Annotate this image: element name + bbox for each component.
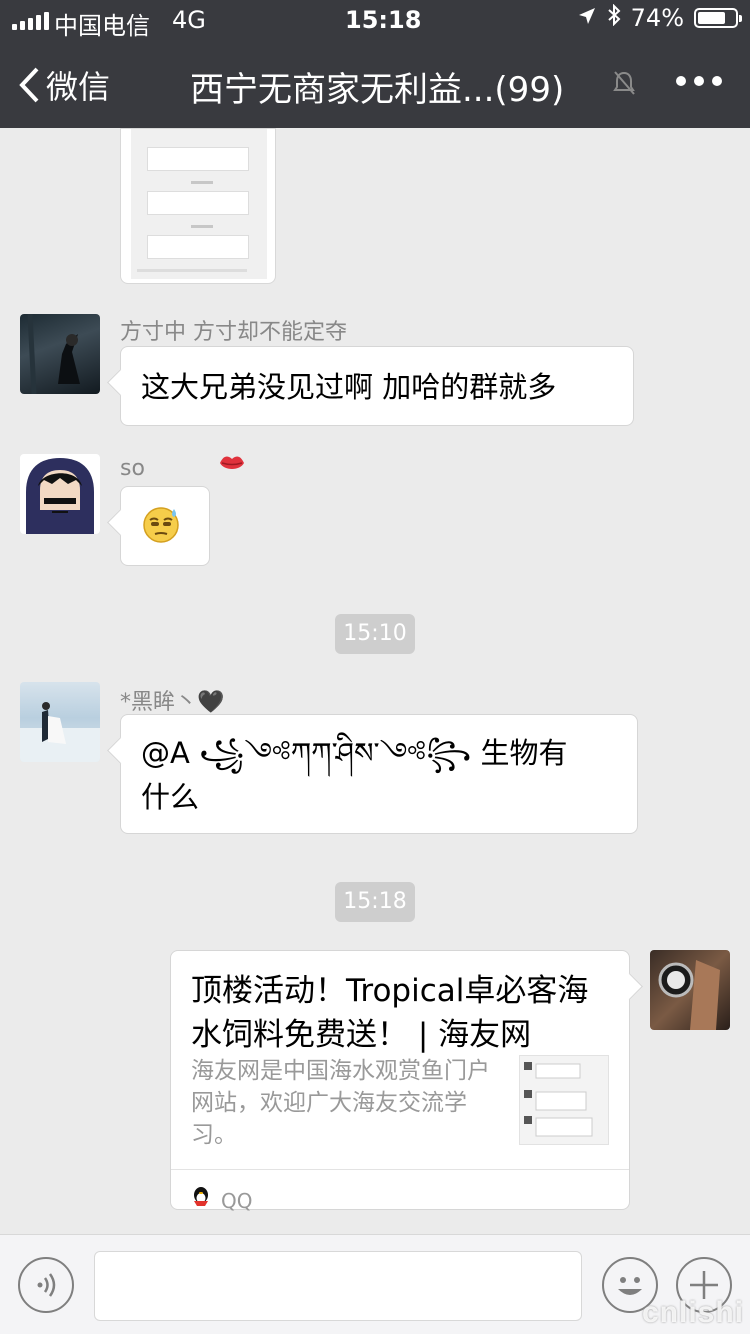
link-card-title: 顶楼活动！Tropical卓必客海水饲料免费送！ | 海友网 [191,973,589,1053]
voice-icon [37,1273,56,1297]
message-bubble[interactable]: @A ꧁༺ཀཀ་ཤིས་༺꧂ 生物有 什么 [120,714,638,834]
chat-title: 西宁无商家无利益...(99) [190,70,565,110]
battery-icon [694,8,742,28]
screenshot-thumbnail [131,129,267,279]
bluetooth-icon [607,3,621,32]
avatar[interactable] [20,454,100,534]
battery-percent: 74% [630,4,684,32]
chevron-left-icon [19,67,39,103]
mute-bell-icon [612,70,636,100]
status-time: 15:18 [345,6,422,34]
link-card-thumbnail [519,1055,609,1145]
message-text: 这大兄弟没见过啊 加哈的群就多 [141,370,557,404]
back-label: 微信 [46,68,111,106]
sender-name: *黑眸丶🖤 [120,690,225,715]
nav-bar: 微信 西宁无商家无利益...(99) [0,40,750,128]
avatar[interactable] [650,950,730,1030]
sweat-smile-emoji-icon [141,505,181,557]
link-card-description: 海友网是中国海水观赏鱼门户网站，欢迎广大海友交流学习。 [191,1058,490,1148]
timestamp: 15:18 [335,882,415,922]
network-type: 4G [172,6,206,34]
emoji-bubble[interactable] [120,486,210,566]
status-bar: 中国电信 4G 15:18 74% [0,0,750,40]
voice-button[interactable] [18,1257,74,1313]
timestamp: 15:10 [335,614,415,654]
sender-name: so [120,456,145,481]
image-message[interactable] [120,128,276,284]
sender-name: 方寸中 方寸却不能定夺 [120,320,347,345]
message-bubble[interactable]: 这大兄弟没见过啊 加哈的群就多 [120,346,634,426]
signal-icon [12,12,49,30]
watermark: cnlishi [641,1296,744,1329]
avatar[interactable] [20,314,100,394]
more-options-button[interactable] [676,76,722,86]
chat-area[interactable]: 方寸中 方寸却不能定夺 这大兄弟没见过啊 加哈的群就多 so 15:10 *黑眸… [0,128,750,1234]
input-bar: cnlishi [0,1234,750,1334]
status-right: 74% [577,3,742,32]
divider [171,1169,629,1170]
location-arrow-icon [577,4,597,32]
link-card[interactable]: 顶楼活动！Tropical卓必客海水饲料免费送！ | 海友网 海友网是中国海水观… [170,950,630,1213]
message-text-line-1: @A ꧁༺ཀཀ་ཤིས་༺꧂ 生物有 [141,736,568,770]
back-button[interactable]: 微信 [18,62,110,108]
message-input[interactable] [94,1251,582,1321]
link-card-source: QQ [191,1179,252,1223]
lips-icon [218,452,246,478]
top-bar: 中国电信 4G 15:18 74% 微信 西宁无商家无利益...(99) [0,0,750,128]
qq-penguin-icon [191,1179,211,1223]
avatar[interactable] [20,682,100,762]
link-card-source-label: QQ [221,1189,253,1213]
carrier-name: 中国电信 [54,12,150,40]
battery-fill [698,12,725,24]
message-text-line-2: 什么 [141,780,200,814]
